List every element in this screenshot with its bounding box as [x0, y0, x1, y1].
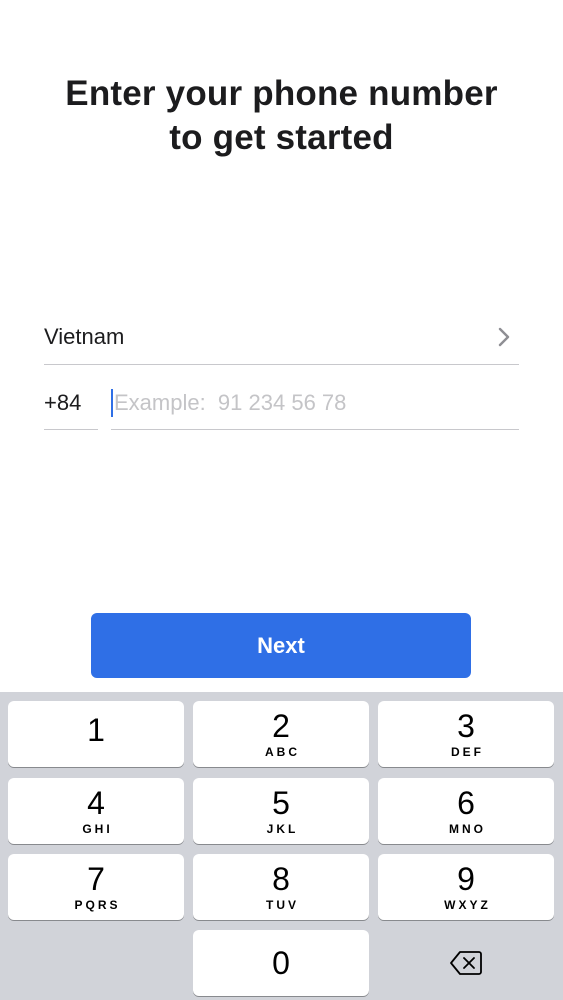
phone-number-input[interactable] — [114, 389, 509, 416]
key-digit: 3 — [457, 708, 475, 744]
phone-number-field[interactable] — [111, 376, 519, 430]
key-letters: DEF — [451, 745, 484, 759]
page-title: Enter your phone number to get started — [0, 72, 563, 160]
country-code-field[interactable]: +84 — [44, 376, 98, 430]
phone-entry-screen: Enter your phone number to get started V… — [0, 0, 563, 1000]
key-1[interactable]: 1 — [8, 701, 184, 767]
key-letters: PQRS — [74, 898, 121, 912]
key-3[interactable]: 3 DEF — [378, 701, 554, 767]
text-cursor — [111, 388, 113, 417]
key-digit: 0 — [272, 945, 290, 981]
key-4[interactable]: 4 GHI — [8, 778, 184, 844]
key-letters: TUV — [266, 898, 299, 912]
key-digit: 5 — [272, 785, 290, 821]
key-0[interactable]: 0 — [193, 930, 369, 996]
key-5[interactable]: 5 JKL — [193, 778, 369, 844]
key-letters: MNO — [449, 822, 486, 836]
key-digit: 1 — [87, 712, 105, 748]
key-digit: 7 — [87, 861, 105, 897]
next-button[interactable]: Next — [91, 613, 471, 678]
key-digit: 8 — [272, 861, 290, 897]
key-7[interactable]: 7 PQRS — [8, 854, 184, 920]
key-letters: WXYZ — [444, 898, 491, 912]
country-selector[interactable]: Vietnam — [44, 310, 519, 365]
key-8[interactable]: 8 TUV — [193, 854, 369, 920]
chevron-right-icon — [493, 326, 515, 348]
numeric-keypad: 1 2 ABC 3 DEF 4 GHI 5 JKL 6 MNO 7 PQRS 8… — [0, 692, 563, 1000]
key-9[interactable]: 9 WXYZ — [378, 854, 554, 920]
key-digit: 2 — [272, 708, 290, 744]
key-letters: GHI — [82, 822, 113, 836]
key-digit: 6 — [457, 785, 475, 821]
key-letters: ABC — [265, 745, 300, 759]
country-name: Vietnam — [44, 324, 125, 349]
page-title-line-1: Enter your phone number — [65, 74, 498, 113]
key-2[interactable]: 2 ABC — [193, 701, 369, 767]
key-letters: JKL — [266, 822, 299, 836]
country-code: +84 — [44, 389, 82, 415]
key-digit: 9 — [457, 861, 475, 897]
page-title-line-2: to get started — [169, 118, 394, 157]
key-digit: 4 — [87, 785, 105, 821]
delete-key[interactable] — [378, 932, 554, 998]
key-6[interactable]: 6 MNO — [378, 778, 554, 844]
backspace-icon — [449, 950, 483, 981]
